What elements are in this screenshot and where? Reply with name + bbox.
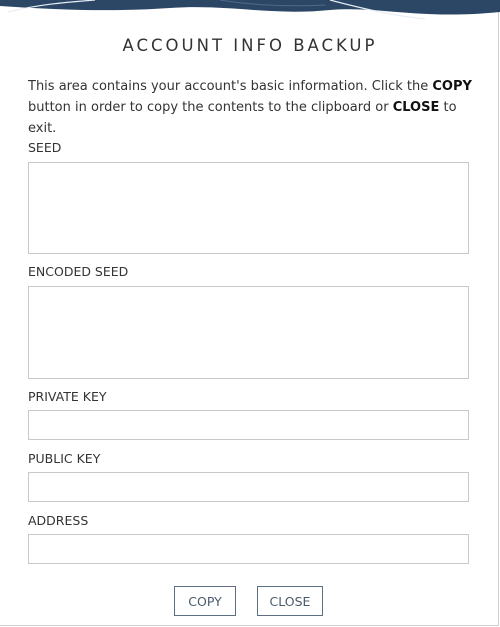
seed-textarea[interactable]	[28, 162, 469, 254]
close-button[interactable]: CLOSE	[257, 586, 323, 616]
address-input[interactable]	[28, 534, 469, 564]
description-copy-word: COPY	[432, 79, 472, 94]
dialog-title: ACCOUNT INFO BACKUP	[122, 36, 378, 55]
address-label: ADDRESS	[28, 513, 89, 528]
seed-label: SEED	[28, 140, 62, 155]
private-key-input[interactable]	[28, 410, 469, 440]
description-text-1: This area contains your account's basic …	[28, 79, 433, 94]
description-close-word: CLOSE	[392, 100, 440, 115]
public-key-label: PUBLIC KEY	[28, 451, 101, 466]
dialog-description: This area contains your account's basic …	[28, 76, 478, 139]
public-key-input[interactable]	[28, 472, 469, 502]
private-key-label: PRIVATE KEY	[28, 389, 107, 404]
description-text-2: button in order to copy the contents to …	[28, 100, 393, 115]
copy-button[interactable]: COPY	[174, 586, 236, 616]
header-wave-decoration	[0, 0, 500, 20]
encoded-seed-label: ENCODED SEED	[28, 264, 129, 279]
encoded-seed-textarea[interactable]	[28, 286, 469, 379]
